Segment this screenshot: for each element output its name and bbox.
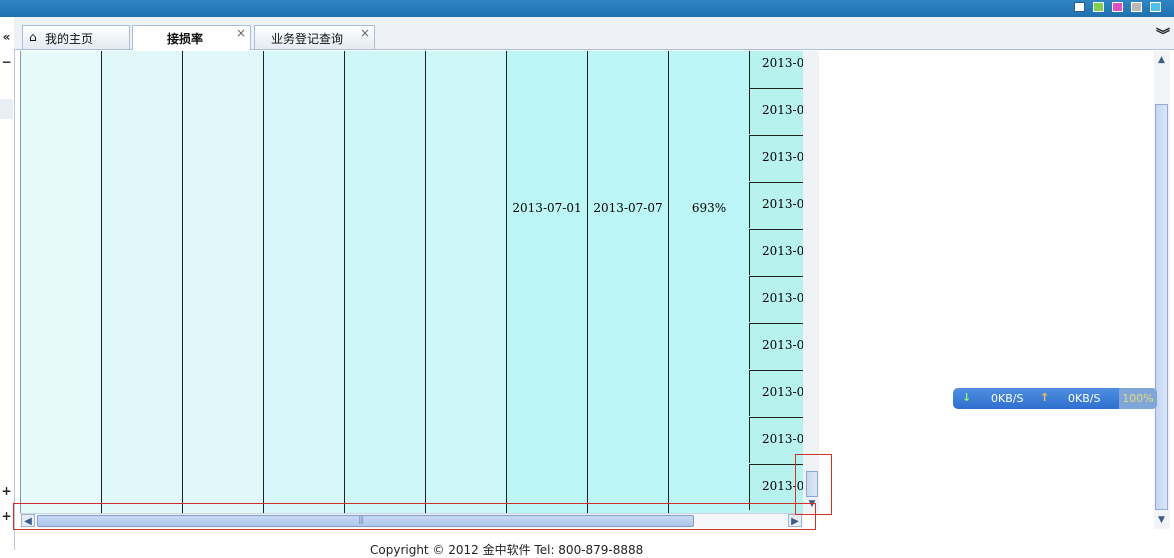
grid-column [183, 51, 264, 513]
plus-icon[interactable]: + [0, 484, 13, 498]
close-icon[interactable]: × [360, 27, 370, 39]
grid-column [264, 51, 345, 513]
upload-arrow-icon: ↑ [1040, 391, 1050, 404]
date-cell: 2013-06- [749, 88, 804, 134]
tab-loss-rate[interactable]: 接损率 × [132, 25, 251, 50]
minus-icon[interactable]: − [0, 55, 13, 69]
page-vertical-scroll-thumb[interactable] [1155, 104, 1168, 510]
tab-loss-rate-label: 接损率 [167, 32, 204, 46]
annotation-box-horizontal-scrollbar [13, 503, 816, 530]
data-grid: 2013-07-01 2013-07-07 693% 2013-06- 2013… [20, 51, 804, 513]
date-cell: 2013-06- [749, 323, 804, 369]
collapse-left-icon[interactable]: « [0, 30, 13, 44]
rate-cell: 693% [691, 201, 727, 215]
left-panel-selected-row[interactable] [0, 99, 13, 119]
network-speed-widget[interactable]: ↓ 0KB/S ↑ 0KB/S 100% [953, 388, 1157, 409]
grid-column [345, 51, 426, 513]
left-panel-strip: « − + + [0, 17, 15, 550]
plus-icon[interactable]: + [0, 509, 13, 523]
tab-business-query[interactable]: 业务登记查询 × [254, 25, 375, 49]
upload-speed: 0KB/S [1068, 392, 1101, 405]
tab-bar: ⌂ 我的主页 接损率 × 业务登记查询 × ︾ [14, 17, 1174, 50]
scroll-down-icon[interactable]: ▼ [1155, 514, 1168, 527]
gray-theme-icon[interactable] [1131, 2, 1142, 12]
date-cell: 2013-06- [749, 370, 804, 416]
annotation-box-vertical-scrollbar [795, 454, 832, 515]
grid-column-rate: 693% [669, 51, 750, 513]
date-cell: 2013-06- [749, 51, 804, 88]
date-cell: 2013-06- [749, 182, 804, 228]
grid-column [426, 51, 507, 513]
date-cell: 2013-06- [749, 229, 804, 275]
start-date-cell: 2013-07-01 [512, 201, 582, 215]
pink-theme-icon[interactable] [1112, 2, 1123, 12]
grid-vertical-scrollbar[interactable] [803, 51, 819, 513]
tab-home-label: 我的主页 [45, 32, 94, 46]
download-arrow-icon: ↓ [962, 391, 972, 404]
date-cell: 2013-06- [749, 135, 804, 181]
download-speed: 0KB/S [991, 392, 1024, 405]
tab-menu-chevron-icon[interactable]: ︾ [1156, 25, 1170, 45]
tab-home[interactable]: ⌂ 我的主页 [22, 25, 130, 49]
scroll-up-icon[interactable]: ▲ [1155, 54, 1168, 67]
grid-column [102, 51, 183, 513]
grid-column [21, 51, 102, 513]
close-icon[interactable]: × [236, 27, 246, 39]
cyan-theme-icon[interactable] [1150, 2, 1161, 12]
green-theme-icon[interactable] [1093, 2, 1104, 12]
date-column: 2013-06- 2013-06- 2013-06- 2013-06- 2013… [749, 51, 804, 513]
network-percent: 100% [1119, 388, 1157, 409]
grid-column-end-date: 2013-07-07 [588, 51, 669, 513]
restore-icon[interactable] [1074, 2, 1085, 12]
tab-business-query-label: 业务登记查询 [271, 32, 344, 46]
date-cell: 2013-06- [749, 276, 804, 322]
grid-column-start-date: 2013-07-01 [507, 51, 588, 513]
home-icon: ⌂ [29, 30, 37, 44]
end-date-cell: 2013-07-07 [593, 201, 663, 215]
top-bar [0, 0, 1174, 17]
